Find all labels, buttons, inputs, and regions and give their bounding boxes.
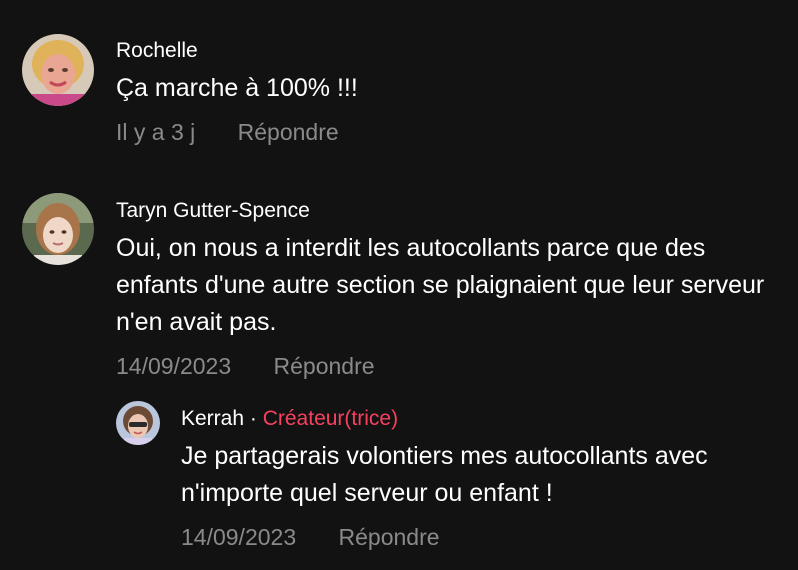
comment-text: Ça marche à 100% !!! [116,74,358,102]
avatar[interactable] [22,193,94,265]
reply-header: Kerrah · Créateur(trice) [181,406,788,432]
reply-body: Kerrah · Créateur(trice) Je partagerais … [181,406,788,552]
avatar-image [22,34,94,106]
author-separator: · [249,407,257,430]
comment-timestamp: 14/09/2023 [116,353,232,379]
comment-body: Taryn Gutter-Spence Oui, on nous a inter… [116,198,788,381]
reply-button[interactable]: Répondre [274,353,375,379]
comment-text: Oui, on nous a interdit les autocollants… [116,234,765,336]
reply-text: Je partagerais volontiers mes autocollan… [181,442,708,507]
comment-author[interactable]: Taryn Gutter-Spence [116,198,788,224]
comment-timestamp: Il y a 3 j [116,119,196,145]
comment-body: Rochelle Ça marche à 100% !!! Il y a 3 j… [116,38,788,147]
reply-button[interactable]: Répondre [238,119,339,145]
reply-timestamp: 14/09/2023 [181,524,297,550]
avatar[interactable] [116,401,160,445]
reply-button[interactable]: Répondre [339,524,440,550]
comment-meta: Il y a 3 j Répondre [116,117,788,147]
comment-author[interactable]: Rochelle [116,38,788,64]
creator-badge: Créateur(trice) [262,407,399,430]
avatar[interactable] [22,34,94,106]
reply-author[interactable]: Kerrah [181,407,244,430]
avatar-image [116,401,160,445]
avatar-image [22,193,94,265]
comment-meta: 14/09/2023 Répondre [116,351,788,381]
reply-meta: 14/09/2023 Répondre [181,522,788,552]
